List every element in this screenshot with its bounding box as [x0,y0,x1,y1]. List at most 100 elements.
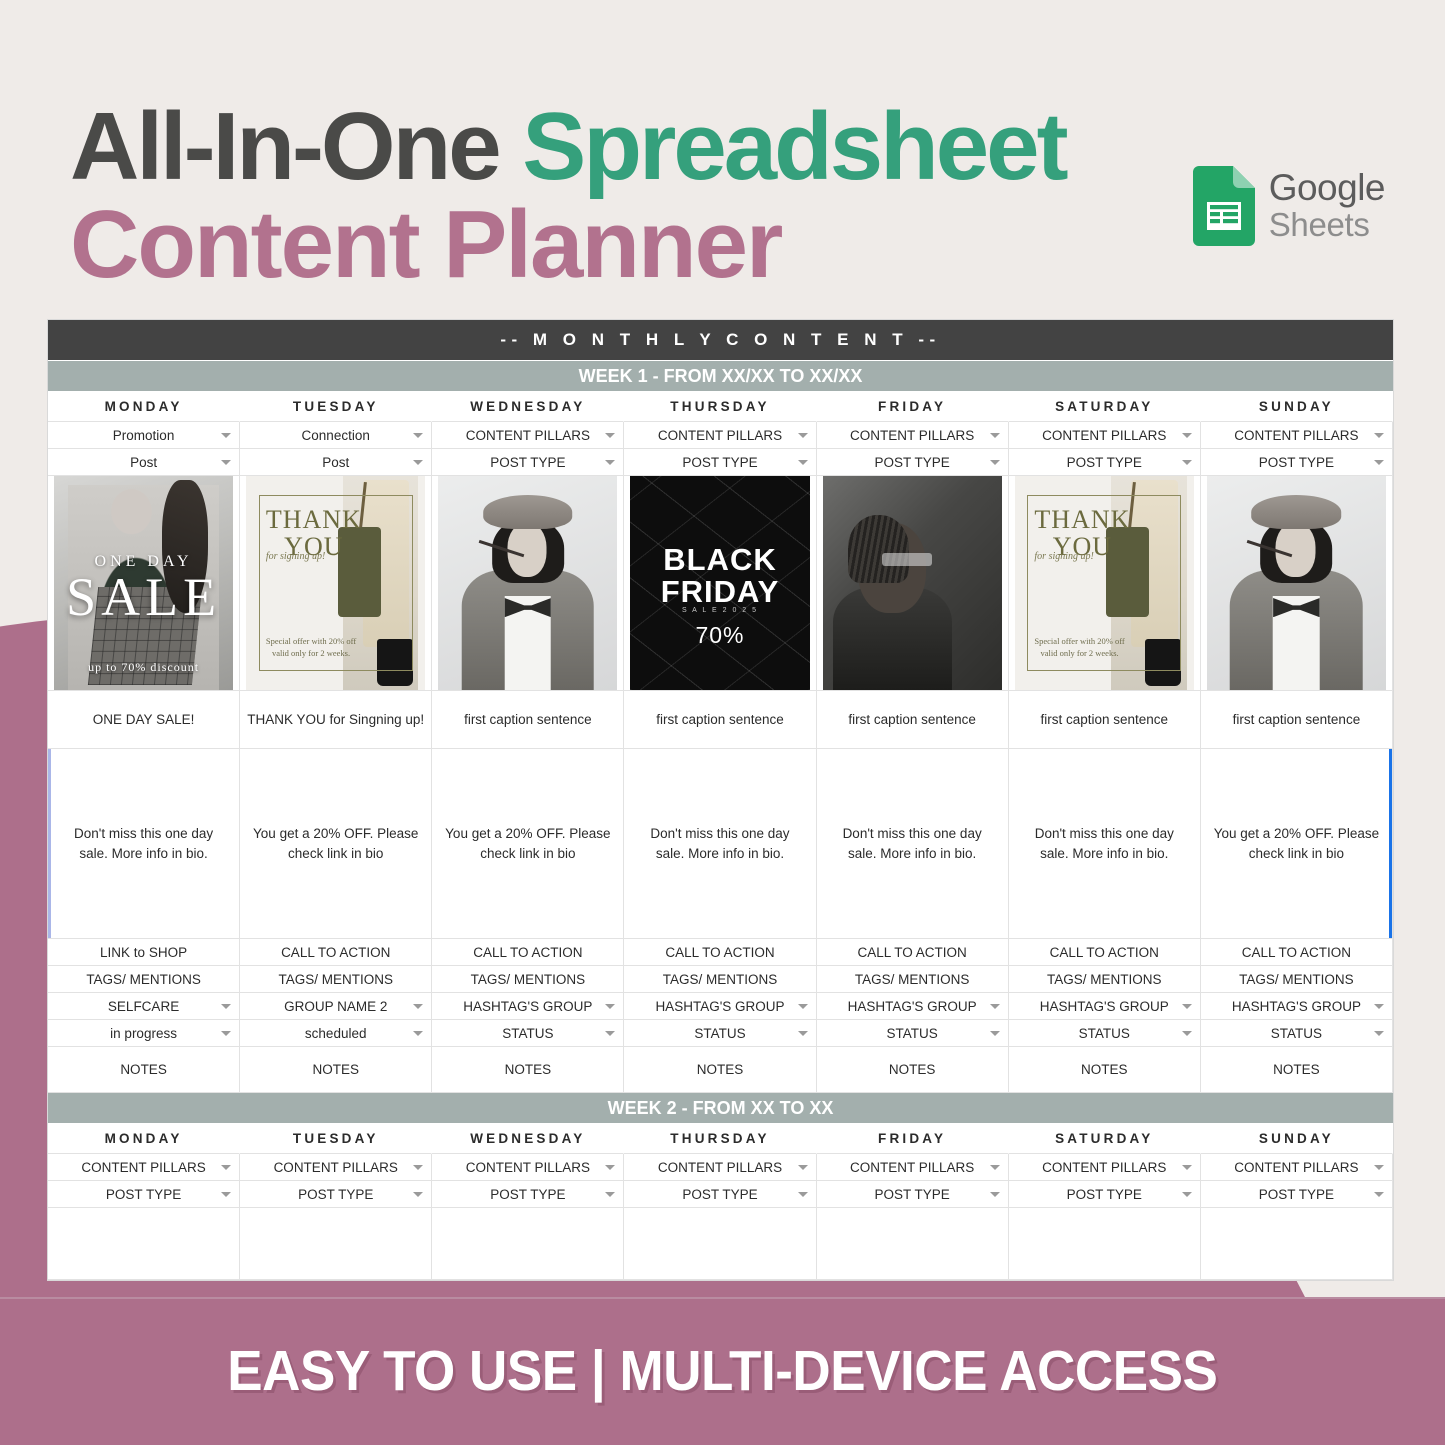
chevron-down-icon[interactable] [605,433,616,438]
post-type-dropdown[interactable]: POST TYPE [1200,449,1393,476]
content-pillar-dropdown[interactable]: CONTENT PILLARS [816,1154,1009,1181]
status-dropdown[interactable]: STATUS [1008,1020,1201,1047]
content-pillar-dropdown[interactable]: Promotion [48,422,241,449]
call-to-action-cell[interactable]: CALL TO ACTION [816,939,1009,966]
empty-cell[interactable] [48,1208,241,1280]
content-pillar-dropdown[interactable]: CONTENT PILLARS [1200,422,1393,449]
chevron-down-icon[interactable] [1181,1165,1192,1170]
content-pillar-dropdown[interactable]: CONTENT PILLARS [432,422,625,449]
chevron-down-icon[interactable] [605,1004,616,1009]
call-to-action-cell[interactable]: CALL TO ACTION [1008,939,1201,966]
chevron-down-icon[interactable] [989,1004,1000,1009]
post-type-dropdown[interactable]: POST TYPE [1008,1181,1201,1208]
chevron-down-icon[interactable] [413,1004,424,1009]
tags-mentions-cell[interactable]: TAGS/ MENTIONS [624,966,817,993]
notes-cell[interactable]: NOTES [240,1047,433,1093]
chevron-down-icon[interactable] [989,1192,1000,1197]
chevron-down-icon[interactable] [989,1165,1000,1170]
chevron-down-icon[interactable] [797,433,808,438]
post-type-dropdown[interactable]: POST TYPE [624,1181,817,1208]
post-image-cell[interactable] [432,476,625,691]
status-dropdown[interactable]: STATUS [1200,1020,1393,1047]
chevron-down-icon[interactable] [797,1031,808,1036]
notes-cell[interactable]: NOTES [624,1047,817,1093]
notes-cell[interactable]: NOTES [432,1047,625,1093]
chevron-down-icon[interactable] [989,433,1000,438]
post-type-dropdown[interactable]: POST TYPE [432,449,625,476]
caption-cell[interactable]: first caption sentence [1008,691,1201,749]
post-type-dropdown[interactable]: Post [48,449,241,476]
content-pillar-dropdown[interactable]: CONTENT PILLARS [1008,422,1201,449]
empty-cell[interactable] [240,1208,433,1280]
content-pillar-dropdown[interactable]: Connection [240,422,433,449]
post-type-dropdown[interactable]: POST TYPE [1200,1181,1393,1208]
chevron-down-icon[interactable] [1373,460,1384,465]
chevron-down-icon[interactable] [221,433,232,438]
chevron-down-icon[interactable] [221,1031,232,1036]
chevron-down-icon[interactable] [221,1165,232,1170]
notes-cell[interactable]: NOTES [816,1047,1009,1093]
hashtag-group-dropdown[interactable]: HASHTAG'S GROUP [432,993,625,1020]
post-image-cell[interactable]: THANK YOU for signing up! Special offer w… [1008,476,1201,691]
content-pillar-dropdown[interactable]: CONTENT PILLARS [624,422,817,449]
chevron-down-icon[interactable] [413,433,424,438]
chevron-down-icon[interactable] [1373,1031,1384,1036]
tags-mentions-cell[interactable]: TAGS/ MENTIONS [1200,966,1393,993]
status-dropdown[interactable]: STATUS [432,1020,625,1047]
caption-cell[interactable]: first caption sentence [624,691,817,749]
chevron-down-icon[interactable] [605,1192,616,1197]
body-text-cell[interactable]: Don't miss this one day sale. More info … [624,749,817,939]
empty-cell[interactable] [624,1208,817,1280]
tags-mentions-cell[interactable]: TAGS/ MENTIONS [816,966,1009,993]
body-text-cell[interactable]: Don't miss this one day sale. More info … [1008,749,1201,939]
chevron-down-icon[interactable] [1181,1004,1192,1009]
body-text-cell-selected[interactable]: You get a 20% OFF. Please check link in … [1200,749,1393,939]
post-image-cell[interactable]: BLACK FRIDAY S A L E 2 0 2 5 70% [624,476,817,691]
chevron-down-icon[interactable] [1373,1004,1384,1009]
post-image-cell[interactable]: THANK YOU for signing up! Special offer w… [240,476,433,691]
post-type-dropdown[interactable]: POST TYPE [816,1181,1009,1208]
post-image-cell[interactable] [1200,476,1393,691]
caption-cell[interactable]: first caption sentence [816,691,1009,749]
content-pillar-dropdown[interactable]: CONTENT PILLARS [240,1154,433,1181]
chevron-down-icon[interactable] [413,1165,424,1170]
tags-mentions-cell[interactable]: TAGS/ MENTIONS [1008,966,1201,993]
status-dropdown[interactable]: STATUS [816,1020,1009,1047]
post-image-cell[interactable]: ONE DAY SALE up to 70% discount [48,476,241,691]
chevron-down-icon[interactable] [797,1165,808,1170]
content-pillar-dropdown[interactable]: CONTENT PILLARS [1008,1154,1201,1181]
chevron-down-icon[interactable] [1181,433,1192,438]
notes-cell[interactable]: NOTES [1200,1047,1393,1093]
hashtag-group-dropdown[interactable]: SELFCARE [48,993,241,1020]
post-image-cell[interactable] [816,476,1009,691]
chevron-down-icon[interactable] [1181,1192,1192,1197]
status-dropdown[interactable]: scheduled [240,1020,433,1047]
chevron-down-icon[interactable] [989,1031,1000,1036]
content-pillar-dropdown[interactable]: CONTENT PILLARS [48,1154,241,1181]
chevron-down-icon[interactable] [413,1031,424,1036]
post-type-dropdown[interactable]: POST TYPE [432,1181,625,1208]
content-pillar-dropdown[interactable]: CONTENT PILLARS [432,1154,625,1181]
chevron-down-icon[interactable] [1181,460,1192,465]
chevron-down-icon[interactable] [989,460,1000,465]
chevron-down-icon[interactable] [413,460,424,465]
post-type-dropdown[interactable]: POST TYPE [48,1181,241,1208]
hashtag-group-dropdown[interactable]: GROUP NAME 2 [240,993,433,1020]
content-pillar-dropdown[interactable]: CONTENT PILLARS [624,1154,817,1181]
empty-cell[interactable] [1200,1208,1393,1280]
status-dropdown[interactable]: STATUS [624,1020,817,1047]
post-type-dropdown[interactable]: POST TYPE [624,449,817,476]
hashtag-group-dropdown[interactable]: HASHTAG'S GROUP [1200,993,1393,1020]
body-text-cell[interactable]: You get a 20% OFF. Please check link in … [240,749,433,939]
hashtag-group-dropdown[interactable]: HASHTAG'S GROUP [816,993,1009,1020]
body-text-cell[interactable]: You get a 20% OFF. Please check link in … [432,749,625,939]
chevron-down-icon[interactable] [1373,1192,1384,1197]
hashtag-group-dropdown[interactable]: HASHTAG'S GROUP [1008,993,1201,1020]
empty-cell[interactable] [816,1208,1009,1280]
notes-cell[interactable]: NOTES [1008,1047,1201,1093]
empty-cell[interactable] [432,1208,625,1280]
body-text-cell[interactable]: Don't miss this one day sale. More info … [48,749,241,939]
chevron-down-icon[interactable] [797,1004,808,1009]
post-type-dropdown[interactable]: POST TYPE [1008,449,1201,476]
tags-mentions-cell[interactable]: TAGS/ MENTIONS [240,966,433,993]
